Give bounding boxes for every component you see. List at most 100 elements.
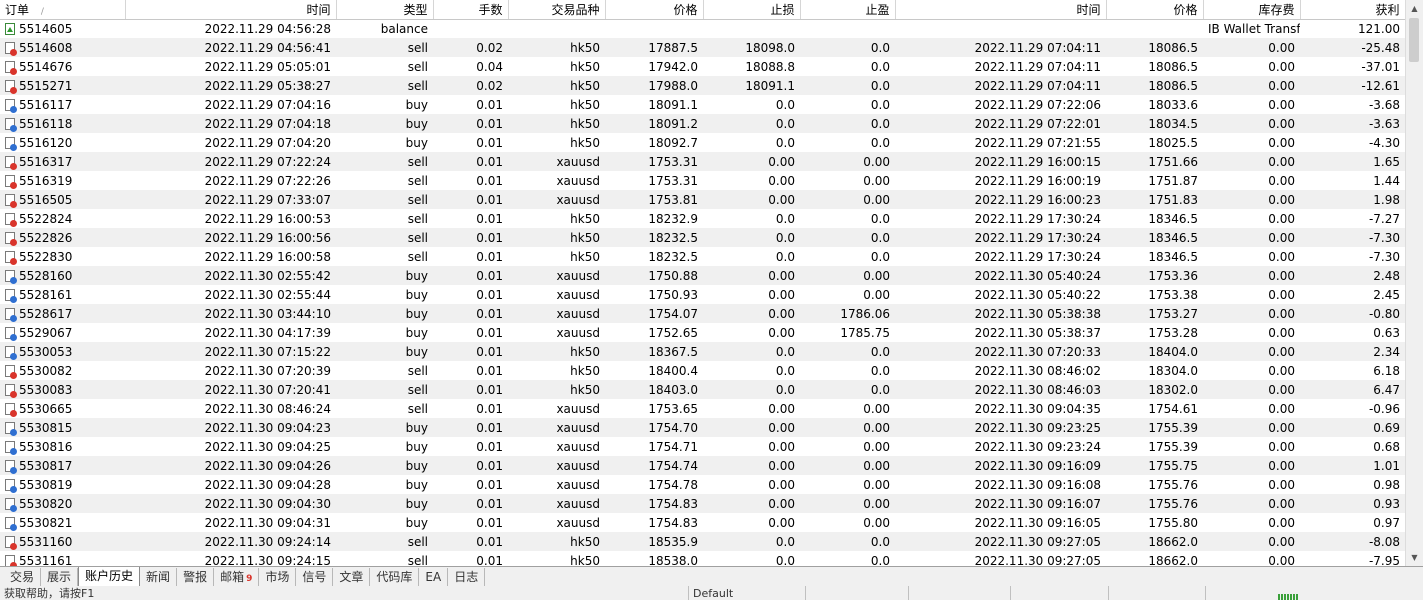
cell-stop-loss: 0.0 [703, 133, 800, 152]
column-header-symbol[interactable]: 交易品种 [508, 0, 606, 20]
cell-lots: 0.01 [433, 437, 508, 456]
table-row[interactable]: 5531161 2022.11.30 09:24:15 sell 0.01 hk50 18… [0, 551, 1405, 566]
column-header-profit[interactable]: 获利 [1300, 0, 1405, 20]
table-row[interactable]: 5530820 2022.11.30 09:04:30 buy 0.01 xauusd 1… [0, 494, 1405, 513]
tab-7[interactable]: 信号 [296, 568, 334, 586]
table-row[interactable]: 5516319 2022.11.29 07:22:26 sell 0.01 xauusd… [0, 171, 1405, 190]
cell-lots: 0.01 [433, 532, 508, 551]
column-header-close-price[interactable]: 价格 [1106, 0, 1204, 20]
status-section-4 [908, 586, 913, 600]
table-row[interactable]: 5530082 2022.11.30 07:20:39 sell 0.01 hk50 18… [0, 361, 1405, 380]
table-row[interactable]: 5516117 2022.11.29 07:04:16 buy 0.01 hk50 180… [0, 95, 1405, 114]
column-header-type[interactable]: 类型 [336, 0, 434, 20]
table-row[interactable]: 5515271 2022.11.29 05:38:27 sell 0.02 hk50 17… [0, 76, 1405, 95]
cell-close-time: 2022.11.30 09:23:25 [895, 418, 1106, 437]
cell-symbol: hk50 [508, 133, 605, 152]
table-row[interactable]: 5528617 2022.11.30 03:44:10 buy 0.01 xauusd 1… [0, 304, 1405, 323]
cell-stop-loss: 0.0 [703, 228, 800, 247]
cell-close-price: 1751.87 [1106, 171, 1203, 190]
table-row[interactable]: 5522826 2022.11.29 16:00:56 sell 0.01 hk50 18… [0, 228, 1405, 247]
tab-2[interactable]: 账户历史 [78, 567, 141, 586]
tab-5[interactable]: 邮箱 9 [214, 568, 260, 586]
column-header-take-profit[interactable]: 止盈 [800, 0, 896, 20]
table-row[interactable]: 5522824 2022.11.29 16:00:53 sell 0.01 hk50 18… [0, 209, 1405, 228]
column-header-lots[interactable]: 手数 [433, 0, 509, 20]
table-row[interactable]: 5514608 2022.11.29 04:56:41 sell 0.02 hk50 17… [0, 38, 1405, 57]
cell-open-time: 2022.11.30 09:04:26 [125, 456, 336, 475]
cell-profit: -3.63 [1300, 114, 1405, 133]
cell-stop-loss: 0.00 [703, 152, 800, 171]
cell-open-price: 18403.0 [605, 380, 703, 399]
tab-0[interactable]: 交易 [4, 568, 42, 586]
table-row[interactable]: 5530816 2022.11.30 09:04:25 buy 0.01 xauusd 1… [0, 437, 1405, 456]
buy-order-icon [5, 269, 17, 284]
table-row[interactable]: 5531160 2022.11.30 09:24:14 sell 0.01 hk50 18… [0, 532, 1405, 551]
scroll-up-icon[interactable]: ▲ [1406, 0, 1423, 17]
table-row[interactable]: 5516118 2022.11.29 07:04:18 buy 0.01 hk50 180… [0, 114, 1405, 133]
cell-swap: 0.00 [1203, 399, 1300, 418]
column-header-open-time[interactable]: 时间 [125, 0, 337, 20]
table-row[interactable]: 5516317 2022.11.29 07:22:24 sell 0.01 xauusd… [0, 152, 1405, 171]
tab-9[interactable]: 代码库 [370, 568, 420, 586]
cell-close-price: 1753.27 [1106, 304, 1203, 323]
cell-type: sell [336, 38, 433, 57]
cell-close-price: 1755.75 [1106, 456, 1203, 475]
column-header-close-time[interactable]: 时间 [895, 0, 1107, 20]
sell-order-icon [5, 554, 17, 566]
cell-open-price: 1754.74 [605, 456, 703, 475]
order-number: 5529067 [19, 325, 73, 340]
cell-close-price: 18404.0 [1106, 342, 1203, 361]
cell-take-profit: 0.0 [800, 532, 895, 551]
terminal-tab-bar: 交易 展示 账户历史 新闻 警报 邮箱 9 市场 信号 文章 代码库 EA 日志 [0, 566, 1423, 586]
table-row[interactable]: 5514605 2022.11.29 04:56:28 balance IB Wall… [0, 19, 1405, 38]
cell-symbol [508, 19, 605, 38]
cell-close-time: 2022.11.30 09:27:05 [895, 551, 1106, 566]
tab-11[interactable]: 日志 [448, 568, 486, 586]
cell-profit: 1.65 [1300, 152, 1405, 171]
table-row[interactable]: 5530821 2022.11.30 09:04:31 buy 0.01 xauusd 1… [0, 513, 1405, 532]
cell-symbol: hk50 [508, 380, 605, 399]
table-row[interactable]: 5516120 2022.11.29 07:04:20 buy 0.01 hk50 180… [0, 133, 1405, 152]
cell-open-time: 2022.11.30 09:04:28 [125, 475, 336, 494]
column-header-stop-loss[interactable]: 止损 [703, 0, 801, 20]
table-row[interactable]: 5530053 2022.11.30 07:15:22 buy 0.01 hk50 183… [0, 342, 1405, 361]
table-row[interactable]: 5530083 2022.11.30 07:20:41 sell 0.01 hk50 18… [0, 380, 1405, 399]
cell-take-profit: 0.0 [800, 133, 895, 152]
tab-6[interactable]: 市场 [259, 568, 297, 586]
status-section-7 [1205, 586, 1210, 600]
table-row[interactable]: 5522830 2022.11.29 16:00:58 sell 0.01 hk50 18… [0, 247, 1405, 266]
column-header-open-price[interactable]: 价格 [605, 0, 704, 20]
column-header-order[interactable]: 订单 / [0, 0, 126, 20]
order-number: 5522826 [19, 230, 73, 245]
table-row[interactable]: 5528160 2022.11.30 02:55:42 buy 0.01 xauusd 1… [0, 266, 1405, 285]
tab-10[interactable]: EA [419, 568, 449, 586]
cell-type: buy [336, 437, 433, 456]
sell-order-icon [5, 212, 17, 227]
tab-8[interactable]: 文章 [333, 568, 371, 586]
table-row[interactable]: 5530815 2022.11.30 09:04:23 buy 0.01 xauusd 1… [0, 418, 1405, 437]
cell-open-time: 2022.11.29 16:00:56 [125, 228, 336, 247]
cell-close-price: 1753.38 [1106, 285, 1203, 304]
tab-4[interactable]: 警报 [177, 568, 215, 586]
table-row[interactable]: 5530665 2022.11.30 08:46:24 sell 0.01 xauusd… [0, 399, 1405, 418]
cell-stop-loss: 0.00 [703, 266, 800, 285]
cell-profit: -7.95 [1300, 551, 1405, 566]
cell-profit: -3.68 [1300, 95, 1405, 114]
table-row[interactable]: 5530819 2022.11.30 09:04:28 buy 0.01 xauusd 1… [0, 475, 1405, 494]
buy-order-icon [5, 421, 17, 436]
cell-open-price: 1754.78 [605, 475, 703, 494]
column-header-swap[interactable]: 库存费 [1203, 0, 1301, 20]
scroll-down-icon[interactable]: ▼ [1406, 549, 1423, 566]
scrollbar-thumb[interactable] [1409, 18, 1419, 62]
tab-1[interactable]: 展示 [41, 568, 79, 586]
cell-close-price: 1754.61 [1106, 399, 1203, 418]
table-row[interactable]: 5528161 2022.11.30 02:55:44 buy 0.01 xauusd 1… [0, 285, 1405, 304]
cell-swap: 0.00 [1203, 380, 1300, 399]
table-row[interactable]: 5529067 2022.11.30 04:17:39 buy 0.01 xauusd 1… [0, 323, 1405, 342]
table-row[interactable]: 5516505 2022.11.29 07:33:07 sell 0.01 xauusd… [0, 190, 1405, 209]
tab-3[interactable]: 新闻 [140, 568, 178, 586]
order-number: 5530817 [19, 458, 73, 473]
vertical-scrollbar[interactable]: ▲ ▼ [1405, 0, 1423, 566]
table-row[interactable]: 5514676 2022.11.29 05:05:01 sell 0.04 hk50 17… [0, 57, 1405, 76]
table-row[interactable]: 5530817 2022.11.30 09:04:26 buy 0.01 xauusd 1… [0, 456, 1405, 475]
